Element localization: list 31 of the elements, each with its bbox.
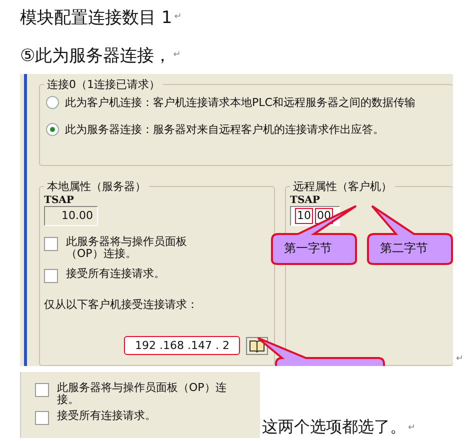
- accept-label: 仅从以下客户机接受连接请求：: [44, 297, 199, 312]
- checkbox[interactable]: [35, 411, 49, 425]
- checkbox-label: 此服务器将与操作员面板（OP）连接。: [66, 236, 188, 260]
- checkbox[interactable]: [35, 383, 49, 397]
- paragraph-text: ⑤此为服务器连接，: [20, 44, 172, 66]
- checkbox-label: 此服务器将与操作员面板（OP）连接。: [57, 382, 228, 406]
- paragraph-mark: ↵: [408, 422, 416, 432]
- checkbox[interactable]: [44, 237, 58, 251]
- ip-address-field[interactable]: 192 .168 .147 . 2: [124, 336, 240, 355]
- group-title: 远程属性（客户机）: [290, 179, 395, 194]
- caption-text: 这两个选项都选了。: [262, 417, 406, 438]
- radio-label: 此为服务器连接：服务器对来自远程客户机的连接请求作出应答。: [65, 122, 384, 137]
- checkbox-label: 接受所有连接请求。: [66, 268, 166, 280]
- paragraph-text: 模块配置连接数目 1: [20, 6, 172, 28]
- callout-text: 第二字节: [380, 240, 428, 257]
- paragraph-mark: ↵: [456, 354, 464, 364]
- highlighted-byte: 10: [295, 208, 313, 224]
- checkbox-label: 接受所有连接请求。: [57, 410, 157, 422]
- field-label: TSAP: [44, 195, 75, 206]
- tsap-field[interactable]: 10.00: [44, 206, 98, 226]
- callout-text: 第一字节: [284, 240, 332, 257]
- radio-button[interactable]: [46, 123, 59, 136]
- field-label: TSAP: [290, 195, 321, 206]
- radio-button[interactable]: [46, 96, 59, 109]
- book-icon: [249, 338, 266, 352]
- paragraph-mark: ↵: [173, 50, 181, 60]
- radio-label: 此为客户机连接：客户机连接请求本地PLC和远程服务器之间的数据传输: [65, 95, 416, 110]
- group-title: 连接0（1连接已请求）: [44, 77, 163, 92]
- checkbox[interactable]: [44, 269, 58, 283]
- group-title: 本地属性（服务器）: [44, 179, 149, 194]
- paragraph-mark: ↵: [174, 12, 182, 22]
